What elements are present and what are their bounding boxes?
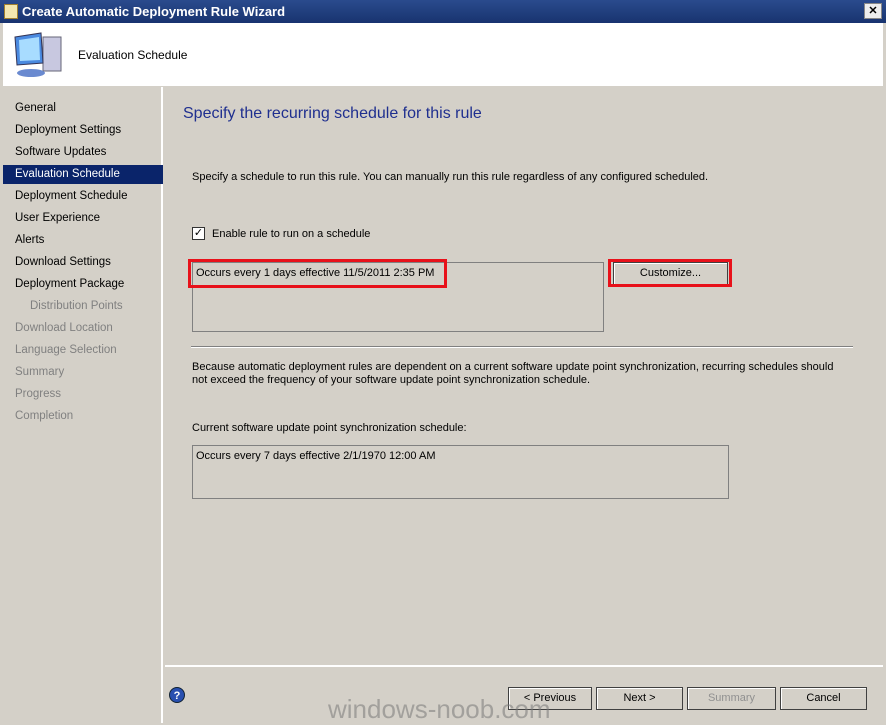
highlight-box (188, 259, 447, 288)
enable-schedule-label[interactable]: Enable rule to run on a schedule (212, 228, 370, 240)
sidebar-item[interactable]: Deployment Schedule (3, 187, 163, 206)
page-heading: Specify the recurring schedule for this … (183, 105, 482, 122)
sidebar-item: Download Location (15, 322, 113, 334)
main-panel: Specify the recurring schedule for this … (165, 87, 883, 665)
sidebar-item: Completion (15, 410, 74, 422)
help-icon[interactable]: ? (169, 687, 185, 703)
intro-text: Specify a schedule to run this rule. You… (192, 171, 709, 183)
watermark: windows-noob.com (328, 694, 551, 724)
highlight-box (608, 259, 732, 287)
cancel-button[interactable]: Cancel (780, 687, 867, 710)
close-button[interactable]: ✕ (864, 3, 882, 19)
sidebar-item: Progress (15, 388, 62, 400)
wizard-icon (4, 4, 18, 19)
computer-icon (14, 32, 62, 77)
window-title: Create Automatic Deployment Rule Wizard (22, 4, 286, 19)
sidebar-item[interactable]: Deployment Settings (3, 121, 163, 140)
note-text: Because automatic deployment rules are d… (192, 361, 834, 386)
sidebar-item: Summary (15, 366, 65, 378)
sync-schedule-box: Occurs every 7 days effective 2/1/1970 1… (192, 445, 729, 499)
sidebar-item[interactable]: Deployment Package (3, 275, 163, 294)
sidebar-item[interactable]: Alerts (3, 231, 163, 250)
sidebar-item[interactable]: Evaluation Schedule (3, 165, 163, 184)
sidebar-item: Distribution Points (30, 300, 123, 312)
sync-schedule-text: Occurs every 7 days effective 2/1/1970 1… (196, 450, 436, 462)
sidebar-item[interactable]: Download Settings (3, 253, 163, 272)
sidebar-item[interactable]: User Experience (3, 209, 163, 228)
page-header-title: Evaluation Schedule (78, 48, 188, 62)
divider (191, 346, 853, 348)
summary-button: Summary (687, 687, 776, 710)
wizard-steps: General Deployment Settings Software Updat… (3, 87, 163, 723)
next-button[interactable]: Next > (596, 687, 683, 710)
sidebar-item[interactable]: General (3, 99, 163, 118)
sidebar-item[interactable]: Software Updates (3, 143, 163, 162)
sidebar-item: Language Selection (15, 344, 117, 356)
sync-label: Current software update point synchroniz… (192, 422, 467, 434)
wizard-header: Evaluation Schedule (3, 23, 883, 86)
title-bar: Create Automatic Deployment Rule Wizard … (0, 0, 886, 23)
enable-schedule-checkbox[interactable]: ✓ (192, 227, 205, 240)
